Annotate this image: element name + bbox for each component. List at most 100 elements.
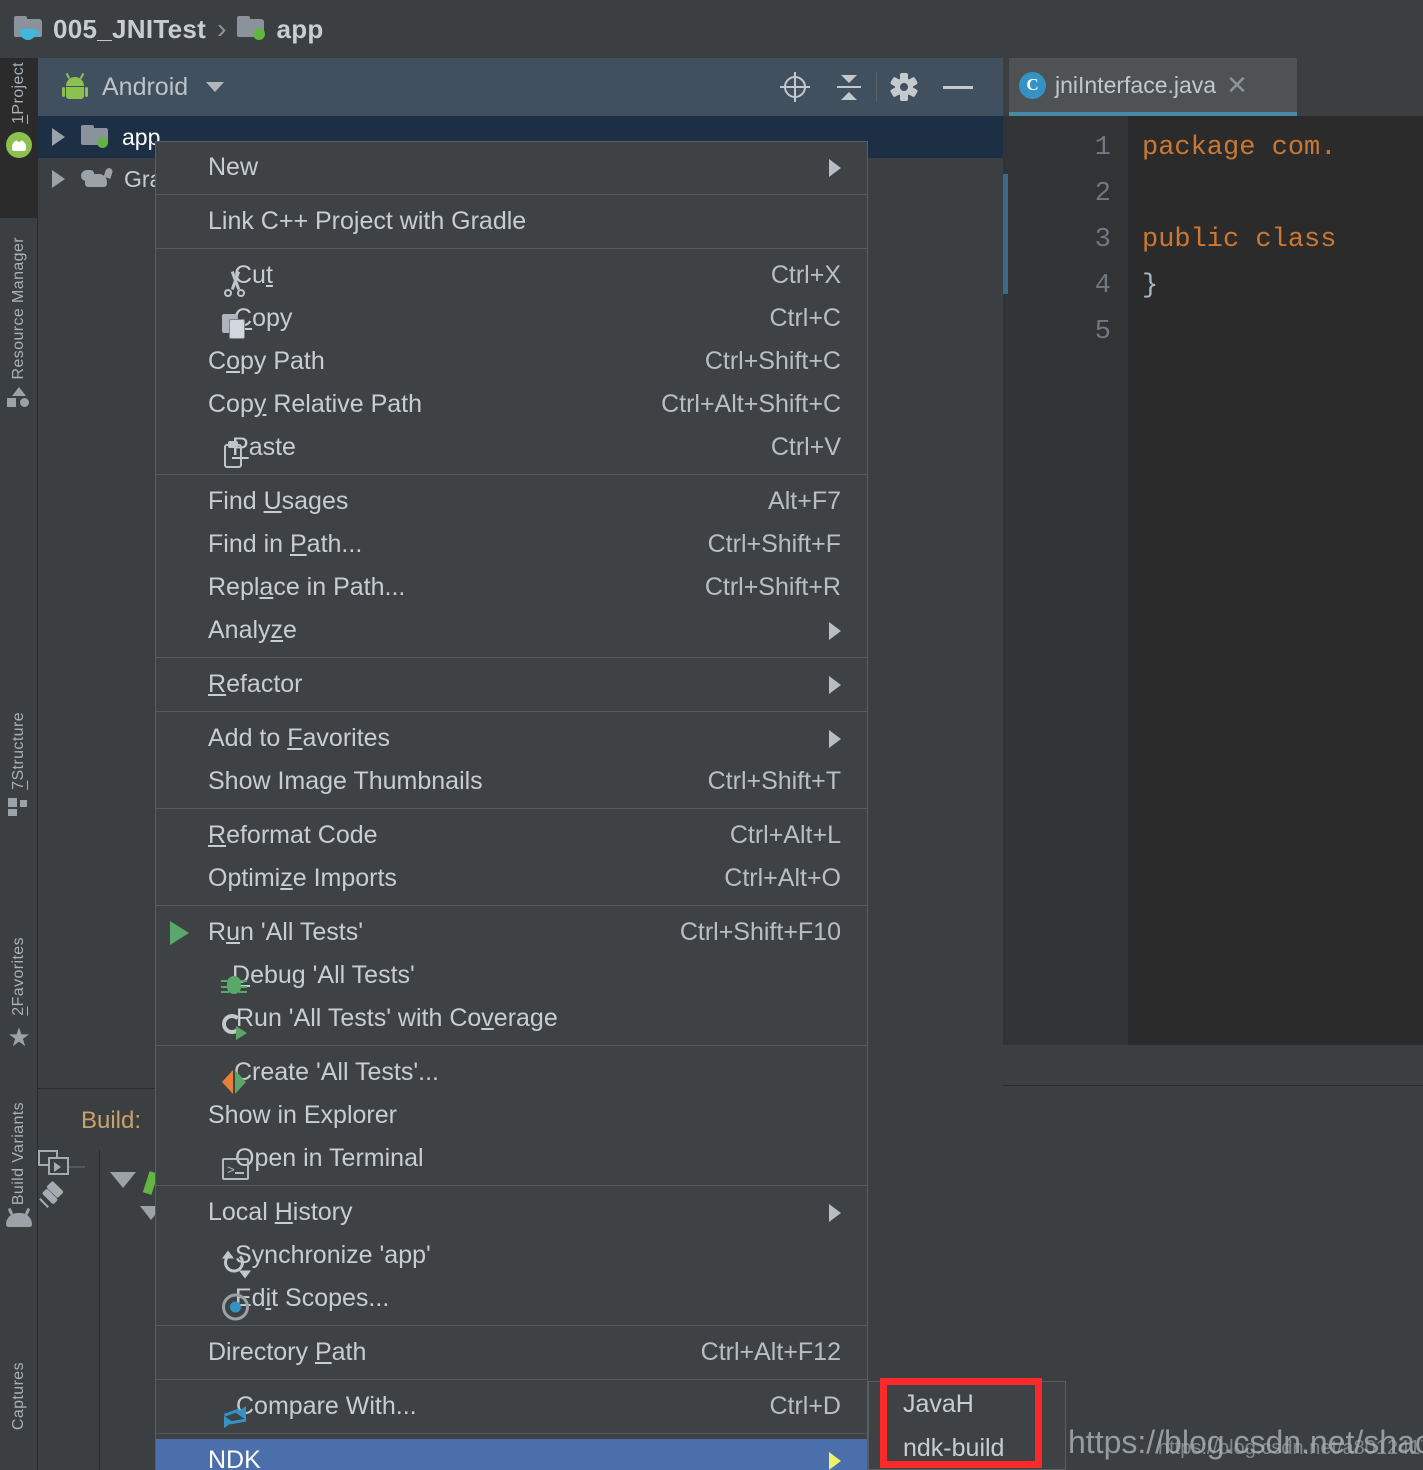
menu-item-run-with-coverage[interactable]: Run 'All Tests' with Coverage [156, 997, 867, 1040]
debug-icon [221, 973, 247, 997]
tool-window-label-captures: Captures [10, 1362, 27, 1431]
code-text-area[interactable]: package com. public class} [1128, 116, 1423, 1045]
project-folder-icon [14, 16, 44, 42]
shapes-icon [7, 387, 31, 408]
sidebar-item-captures[interactable]: Captures [0, 1358, 38, 1470]
submenu-arrow-icon [829, 158, 841, 177]
copy-icon [222, 314, 248, 340]
project-view-label: Android [102, 72, 189, 101]
menu-item-shortcut: Ctrl+Shift+R [704, 573, 841, 601]
run-icon [170, 920, 189, 945]
menu-item-link-cpp-project[interactable]: Link C++ Project with Gradle [156, 200, 867, 243]
context-menu: New Link C++ Project with Gradle Cut Ctr… [155, 141, 868, 1470]
create-test-icon [222, 1070, 248, 1094]
code-line: package com. [1142, 133, 1337, 163]
menu-item-label: Show in Explorer [208, 1101, 397, 1129]
menu-item-run-all-tests[interactable]: Run 'All Tests' Ctrl+Shift+F10 [156, 911, 867, 954]
tab-build[interactable]: Build: [52, 1095, 170, 1147]
menu-item-reformat-code[interactable]: Reformat Code Ctrl+Alt+L [156, 814, 867, 857]
star-icon: ★ [7, 1021, 31, 1052]
bottom-right-panel [1003, 1045, 1423, 1470]
collapse-all-icon[interactable] [822, 58, 876, 116]
cut-icon [222, 271, 248, 297]
menu-item-shortcut: Ctrl+Shift+F [707, 530, 841, 558]
expand-arrow-icon[interactable] [52, 170, 65, 188]
menu-item-ndk[interactable]: NDK [156, 1439, 867, 1470]
menu-separator [156, 1379, 867, 1380]
menu-item-analyze[interactable]: Analyze [156, 609, 867, 652]
minimize-icon[interactable] [931, 58, 985, 116]
menu-item-copy-relative-path[interactable]: Copy Relative Path Ctrl+Alt+Shift+C [156, 383, 867, 426]
breadcrumb-item-project[interactable]: 005_JNITest [14, 14, 206, 45]
tab-jniinterface-java[interactable]: C jniInterface.java ✕ [1009, 58, 1297, 116]
sidebar-item-resource-manager[interactable]: Resource Manager [0, 233, 38, 513]
close-icon[interactable]: ✕ [1226, 72, 1248, 98]
menu-item-add-to-favorites[interactable]: Add to Favorites [156, 717, 867, 760]
android-studio-window: 005_JNITest › app 1Project Resource Mana… [0, 0, 1423, 1470]
menu-item-create-all-tests[interactable]: Create 'All Tests'... [156, 1051, 867, 1094]
editor-tab-bar: C jniInterface.java ✕ [1003, 58, 1423, 116]
menu-item-shortcut: Ctrl+Alt+Shift+C [661, 390, 841, 418]
tool-window-mnemonic-1: 1 [10, 114, 27, 124]
menu-item-optimize-imports[interactable]: Optimize Imports Ctrl+Alt+O [156, 857, 867, 900]
menu-item-copy-path[interactable]: Copy Path Ctrl+Shift+C [156, 340, 867, 383]
menu-separator [156, 905, 867, 906]
menu-separator [156, 194, 867, 195]
collapse-arrow-icon[interactable] [110, 1172, 136, 1188]
code-editor[interactable]: 1 2 3 4 5 package com. public class} [1003, 116, 1423, 1045]
menu-item-open-in-terminal[interactable]: > Open in Terminal [156, 1137, 867, 1180]
menu-item-find-usages[interactable]: Find Usages Alt+F7 [156, 480, 867, 523]
menu-item-label: Synchronize 'app' [235, 1241, 431, 1269]
tool-window-label-favorites: Favorites [10, 937, 27, 1007]
sidebar-item-structure[interactable]: 7Structure [0, 708, 38, 908]
menu-item-find-in-path[interactable]: Find in Path... Ctrl+Shift+F [156, 523, 867, 566]
module-folder-icon [81, 124, 111, 150]
gear-icon[interactable] [877, 58, 931, 116]
submenu-arrow-icon [829, 1203, 841, 1222]
ndk-submenu: JavaH ndk-build [868, 1381, 1066, 1470]
expand-arrow-icon[interactable] [52, 128, 65, 146]
module-folder-icon [237, 16, 267, 42]
menu-item-paste[interactable]: Paste Ctrl+V [156, 426, 867, 469]
menu-item-cut[interactable]: Cut Ctrl+X [156, 254, 867, 297]
menu-separator [156, 711, 867, 712]
build-output-tree [100, 1150, 162, 1470]
coverage-icon [222, 1014, 250, 1040]
menu-item-copy[interactable]: Copy Ctrl+C [156, 297, 867, 340]
menu-item-directory-path[interactable]: Directory Path Ctrl+Alt+F12 [156, 1331, 867, 1374]
submenu-item-javah[interactable]: JavaH [869, 1382, 1065, 1426]
menu-item-local-history[interactable]: Local History [156, 1191, 867, 1234]
watermark-secondary: https://blog.csdn.net/a8012417530 [1158, 1437, 1423, 1459]
menu-item-refactor[interactable]: Refactor [156, 663, 867, 706]
menu-item-show-image-thumbnails[interactable]: Show Image Thumbnails Ctrl+Shift+T [156, 760, 867, 803]
menu-item-shortcut: Ctrl+Shift+T [707, 767, 841, 795]
terminal-icon: > [222, 1158, 249, 1180]
menu-item-edit-scopes[interactable]: Edit Scopes... [156, 1277, 867, 1320]
menu-item-label: Create 'All Tests'... [234, 1058, 439, 1086]
submenu-item-ndk-build[interactable]: ndk-build [869, 1426, 1065, 1470]
line-number: 5 [1094, 317, 1111, 347]
menu-item-new[interactable]: New [156, 146, 867, 189]
gradle-elephant-icon [81, 166, 114, 192]
menu-item-compare-with[interactable]: Compare With... Ctrl+D [156, 1385, 867, 1428]
menu-item-show-in-explorer[interactable]: Show in Explorer [156, 1094, 867, 1137]
breadcrumb-item-module[interactable]: app [237, 14, 323, 45]
submenu-item-label: ndk-build [903, 1433, 1005, 1462]
tool-window-mnemonic-7: 7 [10, 780, 27, 790]
paste-icon [222, 441, 246, 469]
android-head-icon [6, 1213, 32, 1228]
menu-item-synchronize-app[interactable]: Synchronize 'app' [156, 1234, 867, 1278]
menu-item-replace-in-path[interactable]: Replace in Path... Ctrl+Shift+R [156, 566, 867, 609]
breadcrumb: 005_JNITest › app [0, 0, 1423, 58]
project-view-selector[interactable]: Android [38, 73, 768, 102]
menu-item-label: NDK [208, 1446, 261, 1470]
sidebar-item-project[interactable]: 1Project [0, 58, 38, 218]
submenu-arrow-icon [829, 1451, 841, 1470]
menu-separator [156, 248, 867, 249]
menu-item-debug-all-tests[interactable]: Debug 'All Tests' [156, 954, 867, 997]
chevron-down-icon [206, 82, 225, 92]
submenu-item-label: JavaH [903, 1389, 974, 1418]
locate-icon[interactable] [768, 58, 822, 116]
sidebar-item-build-variants[interactable]: Build Variants [0, 1098, 38, 1338]
